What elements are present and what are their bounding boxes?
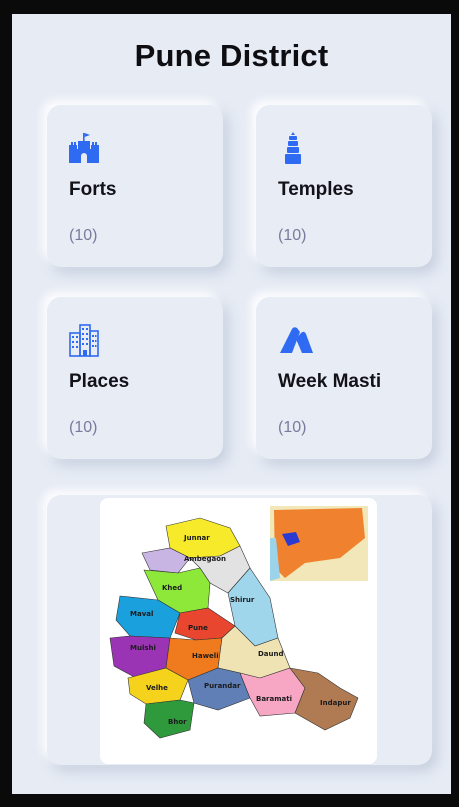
card-count: (10) [278, 419, 307, 436]
card-forts[interactable]: Forts (10) [47, 105, 223, 267]
district-map-image: Junnar Ambegaon Khed Shirur Maval Pune M… [100, 498, 377, 764]
region-label: Pune [188, 624, 208, 632]
card-label: Places [69, 371, 130, 392]
temple-icon [285, 132, 301, 164]
region-label: Khed [162, 584, 182, 592]
region-label: Bhor [168, 718, 187, 726]
card-count: (10) [278, 227, 307, 244]
buildings-icon [69, 324, 99, 357]
card-count: (10) [69, 419, 98, 436]
region-label: Velhe [146, 684, 168, 692]
card-count: (10) [69, 227, 98, 244]
card-places[interactable]: Places (10) [47, 297, 223, 459]
region-label: Maval [130, 610, 153, 618]
card-label: Temples [278, 179, 354, 200]
region-label: Haweli [192, 652, 219, 660]
card-label: Forts [69, 179, 117, 200]
card-temples[interactable]: Temples (10) [256, 105, 432, 267]
maharashtra-inset-map [270, 506, 368, 581]
device-frame: Pune District Forts (10) Temples (10) Pl… [0, 0, 459, 807]
region-label: Daund [258, 650, 284, 658]
app-screen: Pune District Forts (10) Temples (10) Pl… [12, 14, 451, 794]
region-label: Ambegaon [184, 555, 226, 563]
district-map-card[interactable]: Junnar Ambegaon Khed Shirur Maval Pune M… [47, 495, 432, 765]
page-title: Pune District [134, 38, 329, 73]
region-label: Junnar [183, 534, 210, 542]
region-label: Indapur [320, 699, 351, 707]
region-label: Purandar [204, 682, 241, 690]
region-label: Mulshi [130, 644, 156, 652]
card-week-masti[interactable]: Week Masti (10) [256, 297, 432, 459]
fort-icon [69, 133, 99, 163]
card-label: Week Masti [278, 371, 382, 392]
region-label: Baramati [256, 695, 292, 703]
mountain-icon [280, 327, 313, 353]
region-label: Shirur [230, 596, 255, 604]
